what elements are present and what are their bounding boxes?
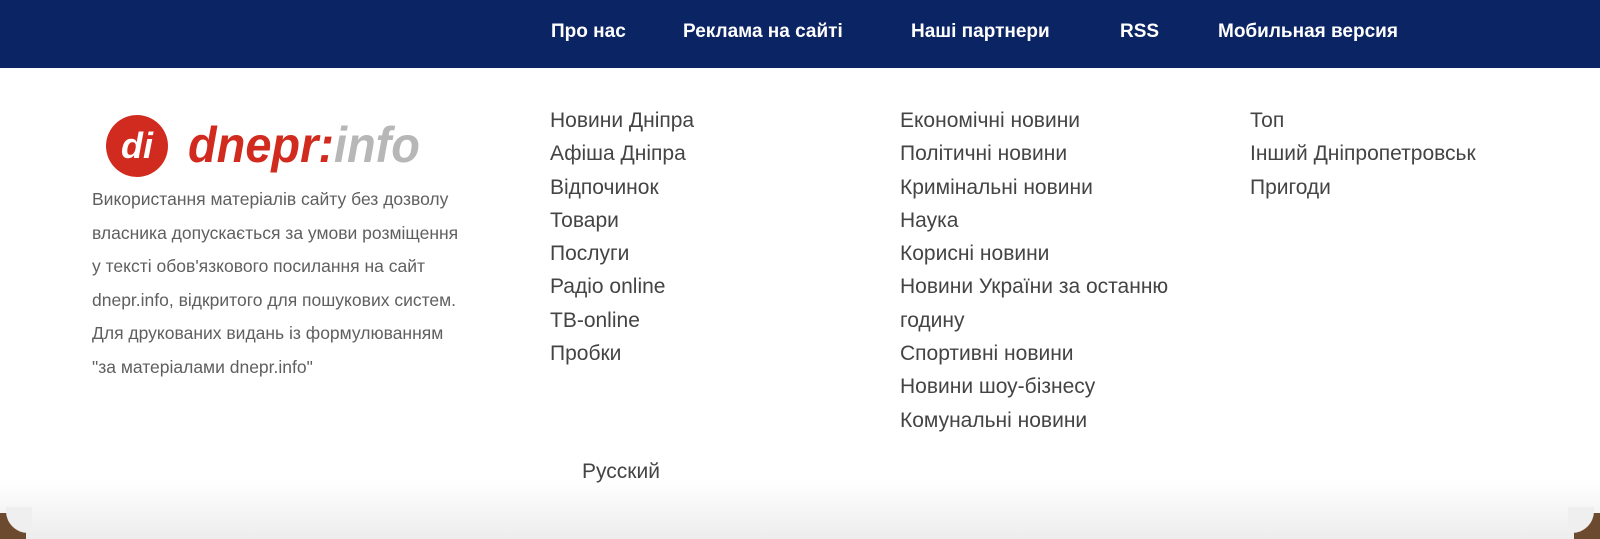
footer-link-other-dnipropetrovsk[interactable]: Інший Дніпропетровськ <box>1250 142 1476 165</box>
nav-partners-link[interactable]: Наші партнери <box>911 20 1050 44</box>
top-navigation-bar: Про нас Реклама на сайті Наші партнери R… <box>0 0 1600 68</box>
footer-link-communal-news[interactable]: Комунальні новини <box>900 409 1087 432</box>
footer-link-traffic[interactable]: Пробки <box>550 342 621 365</box>
footer-link-science[interactable]: Наука <box>900 209 958 232</box>
copyright-line: Для друкованих видань із формулюванням <box>92 323 444 343</box>
logo-text-dnepr: dnepr <box>188 117 321 173</box>
nav-rss-link[interactable]: RSS <box>1120 20 1159 44</box>
footer-link-sports-news[interactable]: Спортивні новини <box>900 342 1074 365</box>
footer-link-politics-news[interactable]: Політичні новини <box>900 142 1067 165</box>
window-corner-left <box>0 507 32 539</box>
footer-link-dnipro-news[interactable]: Новини Дніпра <box>550 109 694 132</box>
copyright-notice: Використання матеріалів сайту без дозвол… <box>92 183 512 384</box>
footer-link-showbiz-news[interactable]: Новини шоу-бізнесу <box>900 375 1095 398</box>
copyright-line: у тексті обов'язкового посилання на сайт <box>92 256 426 276</box>
nav-mobile-version-link[interactable]: Мобильная версия <box>1218 20 1398 44</box>
footer-link-crime-news[interactable]: Кримінальні новини <box>900 176 1093 199</box>
footer-link-useful-news[interactable]: Корисні новини <box>900 242 1049 265</box>
footer-link-radio-online[interactable]: Радіо online <box>550 275 665 298</box>
footer-link-economy-news[interactable]: Економічні новини <box>900 109 1080 132</box>
logo-wordmark: dnepr:info <box>188 117 420 173</box>
site-logo[interactable]: di dnepr:info <box>104 113 504 179</box>
logo-text-info: info <box>334 117 420 173</box>
footer-column-news: Економічні новини Політичні новини Кримі… <box>900 104 1168 437</box>
logo-graphic: di dnepr:info <box>106 115 420 177</box>
copyright-line: власника допускається за умови розміщенн… <box>92 222 459 243</box>
page-bottom-shadow <box>0 479 1600 539</box>
footer-link-ukraine-news-hour-cont[interactable]: годину <box>900 309 965 332</box>
footer-link-leisure[interactable]: Відпочинок <box>550 176 659 199</box>
footer-link-adventures[interactable]: Пригоди <box>1250 176 1331 199</box>
footer-link-tv-online[interactable]: ТВ-online <box>550 309 640 332</box>
copyright-line: "за матеріалами dnepr.info" <box>92 356 313 377</box>
footer-link-top[interactable]: Топ <box>1250 109 1284 132</box>
copyright-line: Використання матеріалів сайту без дозвол… <box>92 189 449 209</box>
nav-about-link[interactable]: Про нас <box>551 20 626 44</box>
footer-link-dnipro-afisha[interactable]: Афіша Дніпра <box>550 142 686 165</box>
copyright-line: dnepr.info, відкритого для пошукових сис… <box>92 289 457 310</box>
footer-column-other: Топ Інший Дніпропетровськ Пригоди <box>1250 104 1476 204</box>
footer-link-services[interactable]: Послуги <box>550 242 629 265</box>
footer-link-goods[interactable]: Товари <box>550 209 619 232</box>
window-corner-right <box>1568 507 1600 539</box>
footer-link-ukraine-news-hour[interactable]: Новини України за останню <box>900 275 1168 298</box>
footer-column-city: Новини Дніпра Афіша Дніпра Відпочинок То… <box>550 104 694 370</box>
logo-glyph: di <box>121 125 154 166</box>
nav-advertising-link[interactable]: Реклама на сайті <box>683 20 843 44</box>
